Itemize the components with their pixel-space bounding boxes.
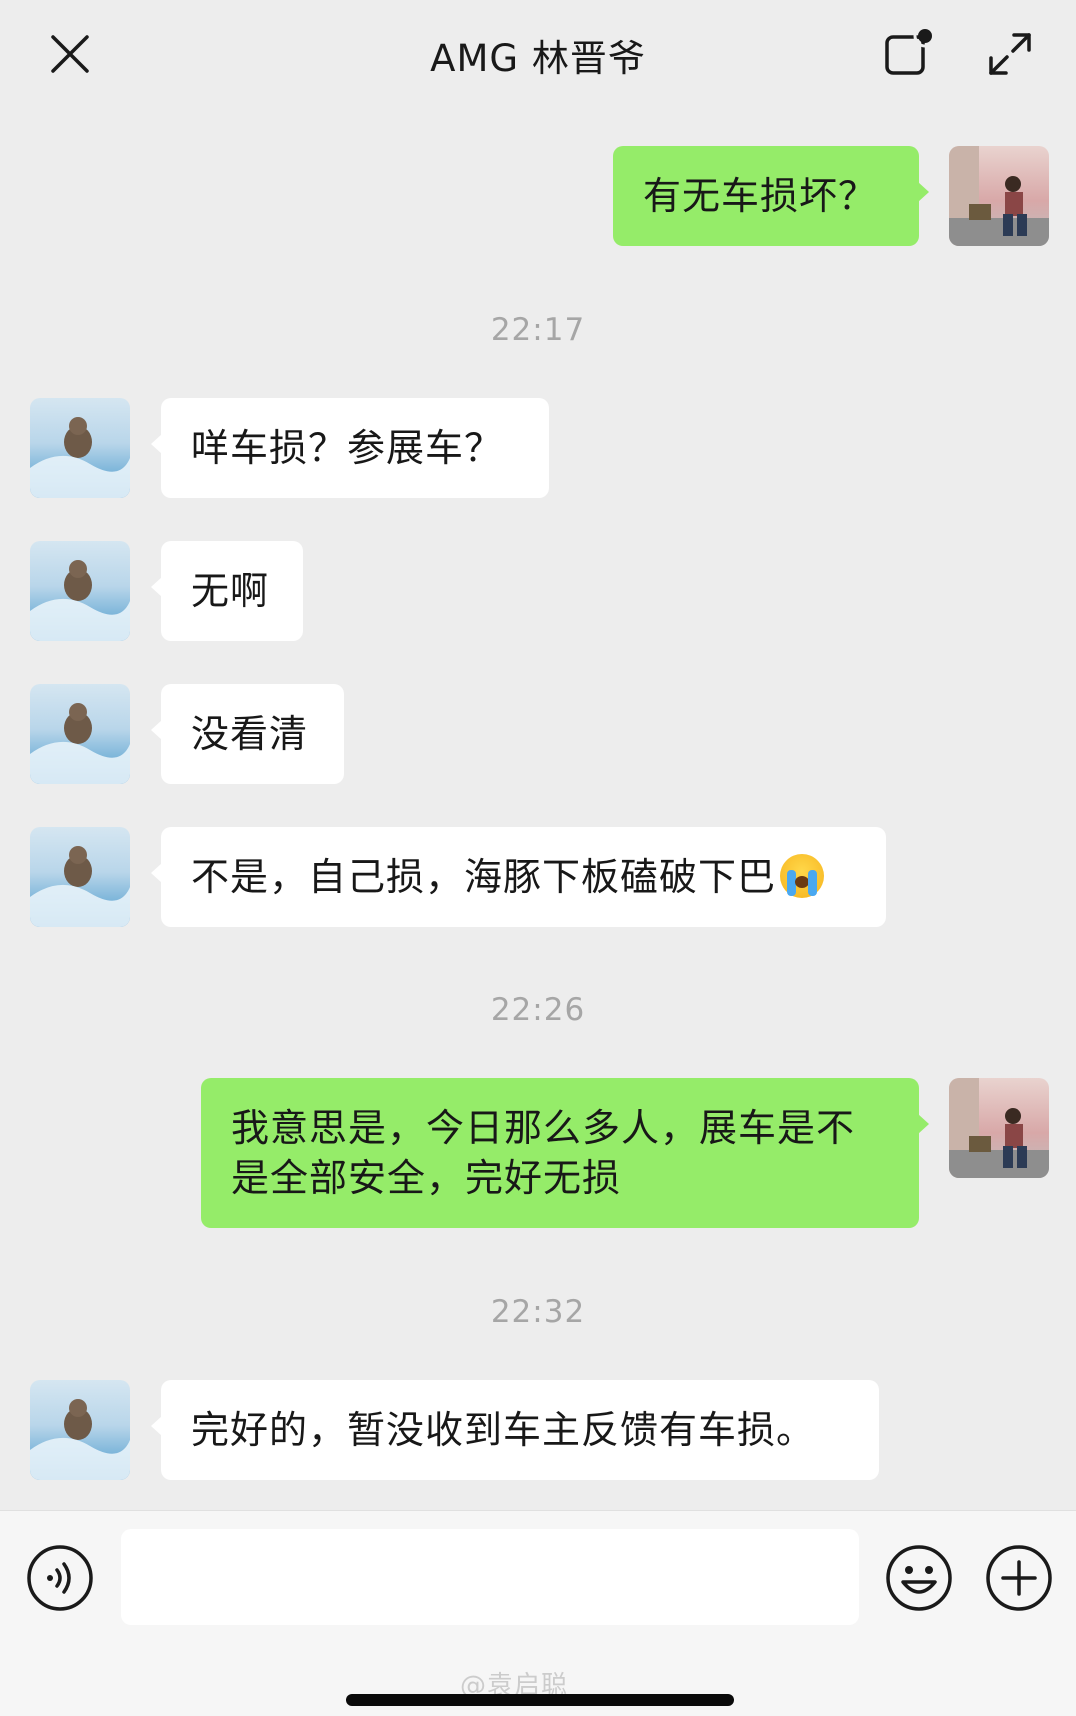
incoming-bubble[interactable]: 完好的，暂没收到车主反馈有车损。 <box>151 1380 879 1480</box>
incoming-bubble[interactable]: 无啊 <box>151 541 303 641</box>
avatar-peer[interactable] <box>30 1380 130 1480</box>
animal-icon <box>30 417 130 498</box>
message-row: 无啊 <box>0 541 1076 641</box>
message-line: 是全部安全，完好无损 <box>231 1156 622 1200</box>
emoji-button[interactable] <box>884 1543 954 1613</box>
message-row: 没看清 <box>0 684 1076 784</box>
expand-button[interactable] <box>980 24 1040 84</box>
note-icon <box>885 28 934 75</box>
message-input[interactable] <box>121 1529 859 1625</box>
animal-icon <box>30 703 130 784</box>
timestamp: 22:26 <box>490 992 586 1028</box>
note-button[interactable] <box>878 24 938 84</box>
animal-icon <box>30 846 130 927</box>
person-icon <box>949 146 1049 246</box>
voice-icon <box>27 1545 93 1611</box>
chat-header: AMG 林晋爷 <box>0 0 1076 108</box>
person-icon <box>949 1078 1049 1178</box>
outgoing-bubble[interactable]: 我意思是，今日那么多人，展车是不 是全部安全，完好无损 <box>201 1078 929 1228</box>
message-row: 不是，自己损，海豚下板磕破下巴 <box>0 827 1076 927</box>
avatar-self[interactable] <box>949 146 1049 246</box>
avatar-self[interactable] <box>949 1078 1049 1178</box>
outgoing-bubble[interactable]: 有无车损坏？ <box>613 146 929 246</box>
animal-icon <box>30 560 130 641</box>
message-text: 不是，自己损，海豚下板磕破下巴 <box>191 855 777 899</box>
home-indicator[interactable] <box>346 1694 734 1706</box>
timestamp: 22:17 <box>490 312 586 348</box>
message-row: 我意思是，今日那么多人，展车是不 是全部安全，完好无损 <box>0 1078 1076 1228</box>
plus-icon <box>986 1545 1052 1611</box>
incoming-bubble[interactable]: 没看清 <box>151 684 344 784</box>
incoming-bubble[interactable]: 不是，自己损，海豚下板磕破下巴 <box>151 827 886 927</box>
avatar-peer[interactable] <box>30 684 130 784</box>
timestamp: 22:32 <box>490 1294 586 1330</box>
message-row: 咩车损？参展车？ <box>0 398 1076 498</box>
avatar-peer[interactable] <box>30 541 130 641</box>
expand-icon <box>989 33 1031 75</box>
voice-button[interactable] <box>25 1543 95 1613</box>
avatar-peer[interactable] <box>30 398 130 498</box>
avatar-peer[interactable] <box>30 827 130 927</box>
message-row: 有无车损坏？ <box>0 146 1076 246</box>
message-row: 完好的，暂没收到车主反馈有车损。 <box>0 1380 1076 1480</box>
incoming-bubble[interactable]: 咩车损？参展车？ <box>151 398 549 498</box>
crying-face-icon <box>780 854 825 898</box>
more-button[interactable] <box>984 1543 1054 1613</box>
message-line: 我意思是，今日那么多人，展车是不 <box>231 1106 856 1150</box>
smile-icon <box>886 1545 952 1611</box>
animal-icon <box>30 1399 130 1480</box>
chat-screen: AMG 林晋爷 有无车损坏？ 22:17 咩车损？参展车？ 无啊 没看清 不是，… <box>0 0 1076 1716</box>
